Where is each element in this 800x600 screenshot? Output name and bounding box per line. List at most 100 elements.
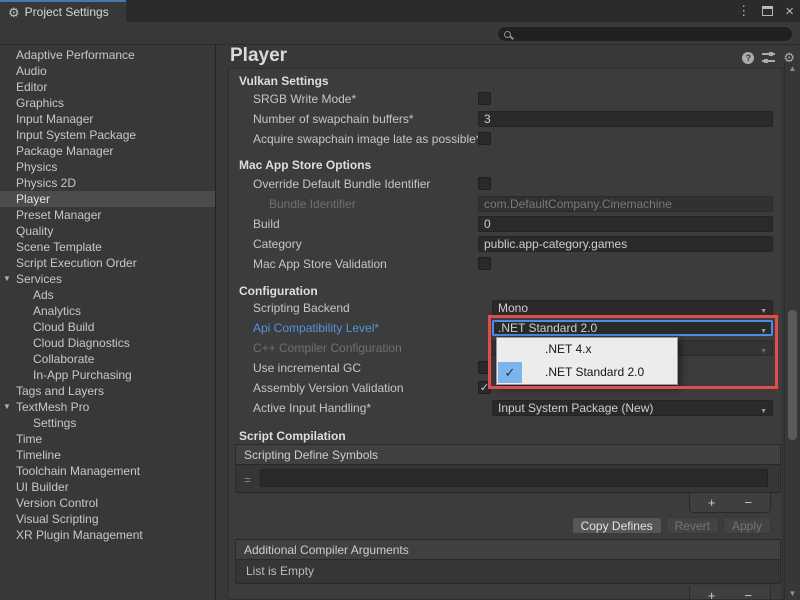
settings-panel: Vulkan Settings SRGB Write Mode* Number … [228, 68, 783, 600]
sidebar-item-label: Analytics [33, 304, 81, 318]
sidebar-item-adaptive-performance[interactable]: Adaptive Performance [0, 47, 215, 63]
sidebar-item-quality[interactable]: Quality [0, 223, 215, 239]
sidebar-item-label: Collaborate [33, 352, 94, 366]
category-field[interactable]: public.app-category.games [478, 236, 773, 252]
sidebar-item-version-control[interactable]: Version Control [0, 495, 215, 511]
compiler-arguments-box: Additional Compiler Arguments List is Em… [235, 539, 781, 584]
foldout-icon[interactable]: ▼ [3, 399, 11, 415]
sidebar: Adaptive PerformanceAudioEditorGraphicsI… [0, 45, 216, 600]
api-level-popup: .NET 4.x ✓.NET Standard 2.0 [496, 337, 678, 385]
gear-icon: ⚙ [8, 6, 20, 19]
sidebar-item-audio[interactable]: Audio [0, 63, 215, 79]
define-symbols-actions: Copy Defines Revert Apply [572, 517, 771, 534]
sidebar-item-label: Graphics [16, 96, 64, 110]
scroll-down-icon[interactable]: ▼ [785, 589, 800, 598]
sidebar-item-script-execution-order[interactable]: Script Execution Order [0, 255, 215, 271]
sidebar-item-label: Time [16, 432, 42, 446]
acquire-swapchain-checkbox[interactable] [478, 132, 491, 145]
section-header-configuration: Configuration [239, 284, 318, 298]
mac-validation-checkbox[interactable] [478, 257, 491, 270]
foldout-icon[interactable]: ▼ [3, 271, 11, 287]
drag-handle-icon[interactable]: = [244, 473, 251, 487]
sidebar-item-label: UI Builder [16, 480, 69, 494]
incremental-gc-checkbox[interactable] [478, 361, 491, 374]
scripting-backend-dropdown[interactable]: Mono▼ [492, 300, 773, 316]
sidebar-item-tags-and-layers[interactable]: Tags and Layers [0, 383, 215, 399]
sidebar-item-package-manager[interactable]: Package Manager [0, 143, 215, 159]
vertical-scrollbar[interactable]: ▲ ▼ [784, 62, 800, 600]
remove-button[interactable]: − [733, 495, 763, 510]
help-icon[interactable]: ? [742, 52, 754, 64]
add-button[interactable]: + [697, 588, 727, 600]
sidebar-item-input-system-package[interactable]: Input System Package [0, 127, 215, 143]
sidebar-item-cloud-diagnostics[interactable]: Cloud Diagnostics [0, 335, 215, 351]
page-title: Player [230, 45, 287, 67]
sidebar-item-cloud-build[interactable]: Cloud Build [0, 319, 215, 335]
sidebar-item-label: XR Plugin Management [16, 528, 143, 542]
window-menu-icon[interactable]: ⋮ [737, 3, 750, 19]
sidebar-item-label: Toolchain Management [16, 464, 140, 478]
srgb-write-mode-checkbox[interactable] [478, 92, 491, 105]
sidebar-item-label: Preset Manager [16, 208, 101, 222]
sidebar-item-graphics[interactable]: Graphics [0, 95, 215, 111]
sidebar-item-toolchain-management[interactable]: Toolchain Management [0, 463, 215, 479]
sidebar-item-preset-manager[interactable]: Preset Manager [0, 207, 215, 223]
remove-button[interactable]: − [733, 588, 763, 600]
sidebar-item-label: TextMesh Pro [16, 400, 89, 414]
sidebar-item-label: Tags and Layers [16, 384, 104, 398]
sidebar-item-services[interactable]: ▼ Services [0, 271, 215, 287]
sidebar-item-time[interactable]: Time [0, 431, 215, 447]
presets-icon[interactable] [762, 52, 775, 63]
row-srgb-write-mode: SRGB Write Mode* [229, 90, 782, 108]
search-icon [504, 31, 511, 38]
scrollbar-thumb[interactable] [788, 310, 797, 440]
section-header-mac-app-store: Mac App Store Options [239, 158, 371, 172]
row-mac-validation: Mac App Store Validation [229, 255, 782, 273]
sidebar-item-in-app-purchasing[interactable]: In-App Purchasing [0, 367, 215, 383]
sidebar-item-physics[interactable]: Physics [0, 159, 215, 175]
sidebar-item-xr-plugin-management[interactable]: XR Plugin Management [0, 527, 215, 543]
sidebar-item-visual-scripting[interactable]: Visual Scripting [0, 511, 215, 527]
row-swapchain-buffers: Number of swapchain buffers* 3 [229, 110, 782, 128]
scroll-up-icon[interactable]: ▲ [785, 64, 800, 73]
popup-option-netstandard20[interactable]: ✓.NET Standard 2.0 [497, 361, 677, 384]
player-settings-pane: Player ? ⚙ Vulkan Settings SRGB Write Mo… [216, 45, 800, 600]
assembly-validation-checkbox[interactable]: ✓ [478, 381, 491, 394]
sidebar-item-player[interactable]: Player [0, 191, 215, 207]
sidebar-item-textmesh-pro[interactable]: ▼ TextMesh Pro [0, 399, 215, 415]
sidebar-item-timeline[interactable]: Timeline [0, 447, 215, 463]
override-bundle-checkbox[interactable] [478, 177, 491, 190]
add-button[interactable]: + [697, 495, 727, 510]
build-field[interactable]: 0 [478, 216, 773, 232]
sidebar-item-label: Package Manager [16, 144, 113, 158]
sidebar-item-analytics[interactable]: Analytics [0, 303, 215, 319]
api-compatibility-dropdown[interactable]: .NET Standard 2.0▼ [492, 320, 773, 336]
row-scripting-backend: Scripting Backend Mono▼ [229, 299, 782, 317]
row-override-bundle: Override Default Bundle Identifier [229, 175, 782, 193]
active-input-dropdown[interactable]: Input System Package (New)▼ [492, 400, 773, 416]
sidebar-item-scene-template[interactable]: Scene Template [0, 239, 215, 255]
sidebar-item-collaborate[interactable]: Collaborate [0, 351, 215, 367]
sidebar-item-physics-2d[interactable]: Physics 2D [0, 175, 215, 191]
sidebar-item-settings[interactable]: Settings [0, 415, 215, 431]
check-icon: ✓ [498, 362, 522, 383]
sidebar-item-input-manager[interactable]: Input Manager [0, 111, 215, 127]
sidebar-item-ui-builder[interactable]: UI Builder [0, 479, 215, 495]
define-symbol-field[interactable] [260, 469, 768, 487]
search-input[interactable] [497, 26, 793, 42]
copy-defines-button[interactable]: Copy Defines [572, 517, 662, 534]
row-acquire-swapchain: Acquire swapchain image late as possible… [229, 130, 782, 148]
sidebar-item-editor[interactable]: Editor [0, 79, 215, 95]
apply-button: Apply [723, 517, 771, 534]
maximize-icon[interactable] [762, 6, 773, 16]
toolbar [0, 22, 800, 45]
compiler-arguments-list-controls: + − [689, 586, 771, 600]
sidebar-item-ads[interactable]: Ads [0, 287, 215, 303]
swapchain-buffers-field[interactable]: 3 [478, 111, 773, 127]
sidebar-item-label: Editor [16, 80, 47, 94]
tab-project-settings[interactable]: ⚙ Project Settings [0, 0, 126, 22]
sidebar-item-label: Services [16, 272, 62, 286]
popup-option-net4x[interactable]: .NET 4.x [497, 338, 677, 361]
close-icon[interactable]: × [785, 4, 794, 19]
chevron-down-icon: ▼ [760, 305, 767, 319]
